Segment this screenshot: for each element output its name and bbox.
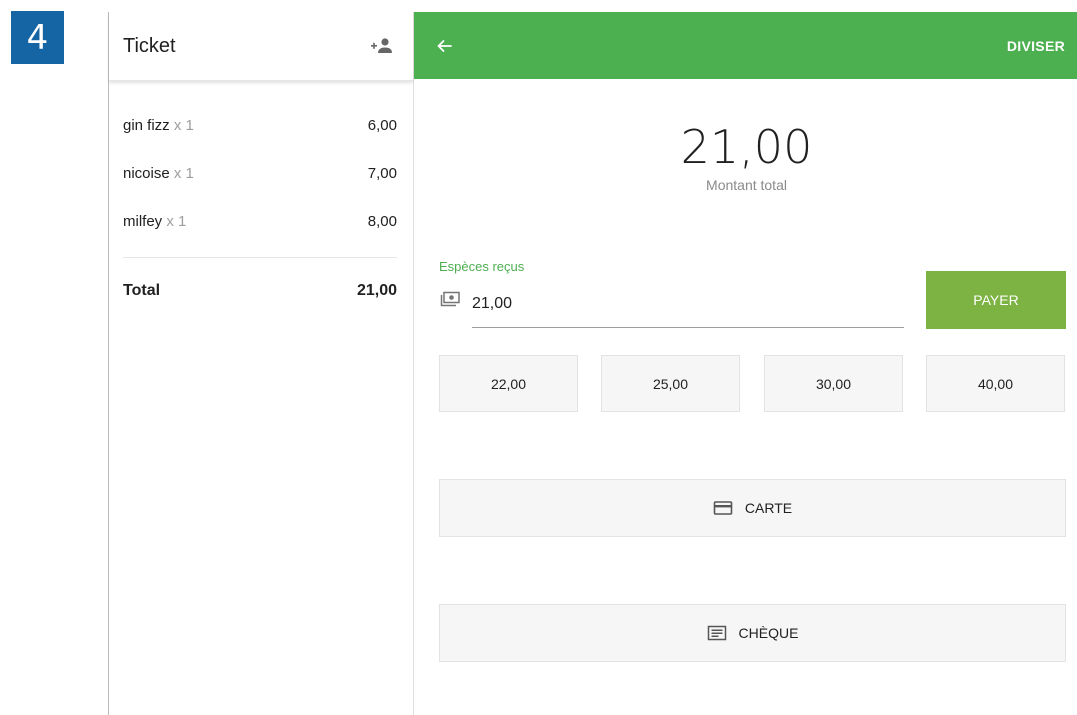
ticket-line-item[interactable]: milfey x 1 8,00 [123,197,397,245]
split-button[interactable]: DIVISER [1007,38,1065,54]
line-item-name: milfey x 1 [123,212,187,230]
pos-screen: Ticket gin fizz x 1 6,00 nicoise x 1 7,0… [108,12,1077,715]
cash-icon [440,291,460,312]
arrow-left-icon [437,39,452,52]
add-customer-button[interactable] [367,31,397,61]
ticket-line-list: gin fizz x 1 6,00 nicoise x 1 7,00 milfe… [109,81,413,245]
cheque-payment-button[interactable]: CHÈQUE [439,604,1066,662]
ticket-line-item[interactable]: nicoise x 1 7,00 [123,149,397,197]
cash-received-input[interactable] [472,291,904,328]
total-amount: 21,00 [680,120,813,174]
line-item-price: 7,00 [367,164,397,182]
pay-button[interactable]: PAYER [926,271,1066,329]
credit-card-icon [713,500,733,516]
ticket-title: Ticket [123,34,176,57]
step-number-badge: 4 [11,11,64,64]
quick-cash-button[interactable]: 25,00 [601,355,740,412]
ticket-header: Ticket [109,12,413,81]
person-add-icon [371,38,392,53]
line-item-name: gin fizz x 1 [123,116,194,134]
payment-panel: DIVISER 21,00 Montant total Espèces reçu… [414,12,1077,715]
quick-cash-button[interactable]: 22,00 [439,355,578,412]
ticket-panel: Ticket gin fizz x 1 6,00 nicoise x 1 7,0… [109,12,414,715]
payment-toolbar: DIVISER [414,12,1077,79]
cash-received-label: Espèces reçus [439,259,525,274]
back-button[interactable] [436,31,466,61]
ticket-total-label: Total [123,282,161,299]
card-payment-label: CARTE [744,500,793,516]
cheque-payment-label: CHÈQUE [738,625,799,641]
cheque-icon [707,625,727,641]
ticket-line-item[interactable]: gin fizz x 1 6,00 [123,101,397,149]
card-payment-button[interactable]: CARTE [439,479,1066,537]
line-item-name: nicoise x 1 [123,164,194,182]
quick-cash-button[interactable]: 40,00 [926,355,1065,412]
ticket-total-value: 21,00 [356,282,397,299]
total-amount-label: Montant total [706,177,787,193]
quick-cash-button[interactable]: 30,00 [764,355,903,412]
ticket-total-row: Total 21,00 [109,258,413,300]
line-item-price: 8,00 [367,212,397,230]
line-item-price: 6,00 [367,116,397,134]
